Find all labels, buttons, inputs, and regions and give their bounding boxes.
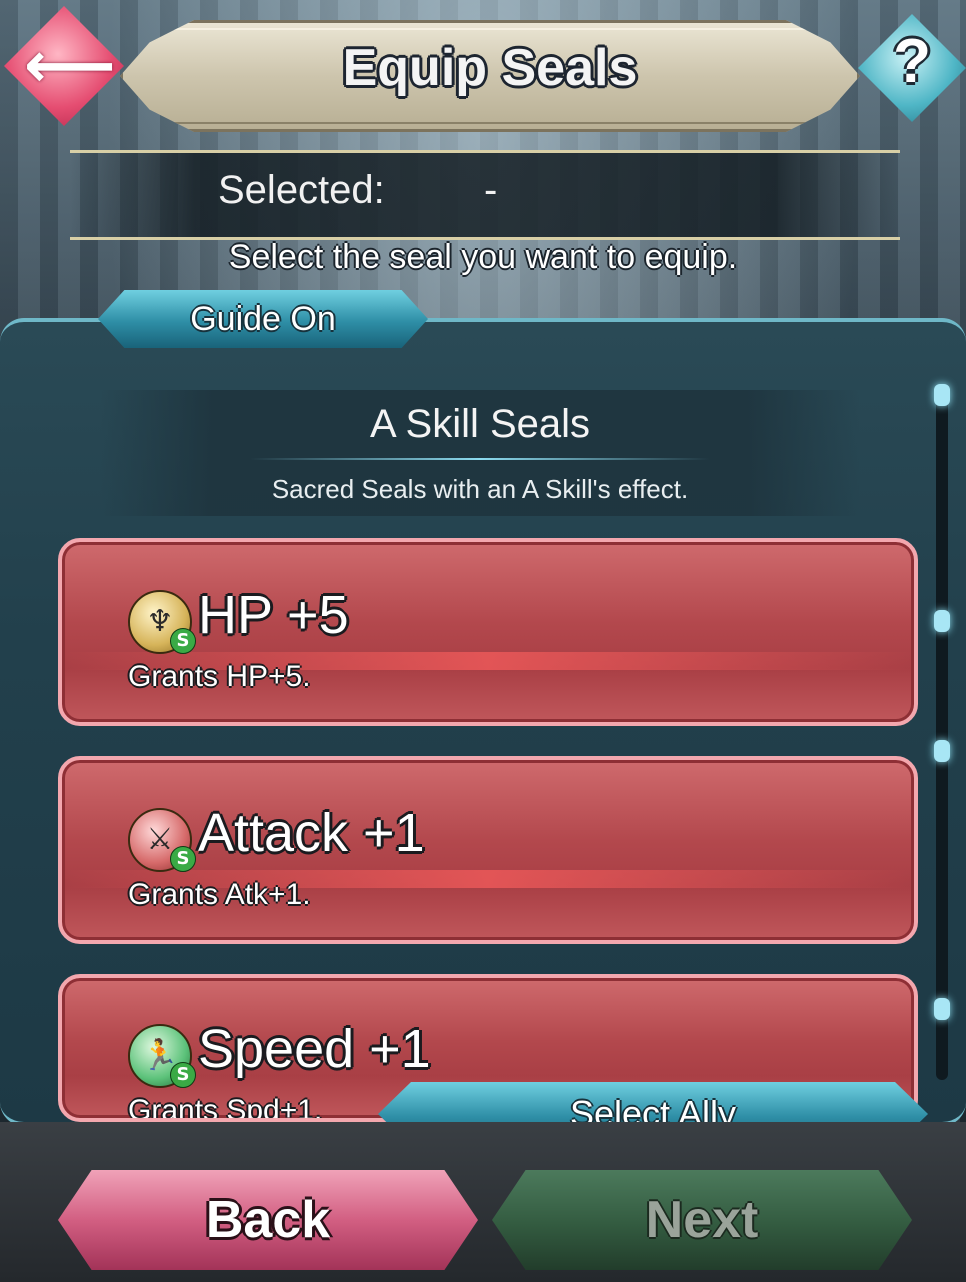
back-button[interactable]: Back [58, 1170, 478, 1270]
instruction-text: Select the seal you want to equip. [228, 238, 738, 276]
section-title: A Skill Seals [369, 402, 591, 446]
scrollbar-track[interactable] [936, 390, 948, 1080]
seal-name: HP +5 [198, 585, 349, 645]
selected-label: Selected: [218, 168, 385, 212]
question-icon: ? [893, 27, 931, 96]
seal-name: Speed +1 [198, 1019, 431, 1079]
speed-seal-icon: 🏃 S [128, 1024, 196, 1088]
page-title: Equip Seals [342, 39, 638, 97]
seal-card-hp[interactable]: ♆ S HP +5 Grants HP+5. [58, 538, 918, 726]
seal-description: Grants HP+5. [128, 660, 311, 693]
scroll-marker [934, 998, 950, 1020]
scroll-marker [934, 740, 950, 762]
seal-description: Grants Atk+1. [128, 878, 311, 911]
next-button[interactable]: Next [492, 1170, 912, 1270]
scrollbar-thumb[interactable] [934, 384, 950, 406]
back-arrow-button[interactable]: ⟵ [4, 6, 124, 126]
seal-description: Grants Spd+1. [128, 1094, 323, 1122]
guide-toggle-button[interactable]: Guide On [98, 290, 428, 348]
section-divider [250, 458, 710, 460]
hp-seal-icon: ♆ S [128, 590, 196, 654]
seal-name: Attack +1 [198, 803, 425, 863]
scroll-marker [934, 610, 950, 632]
selected-value: - [484, 168, 498, 212]
section-subtitle: Sacred Seals with an A Skill's effect. [271, 474, 689, 504]
attack-seal-icon: ⚔ S [128, 808, 196, 872]
seal-card-attack[interactable]: ⚔ S Attack +1 Grants Atk+1. [58, 756, 918, 944]
help-button[interactable]: ? [858, 14, 966, 122]
arrow-left-icon: ⟵ [24, 29, 116, 103]
